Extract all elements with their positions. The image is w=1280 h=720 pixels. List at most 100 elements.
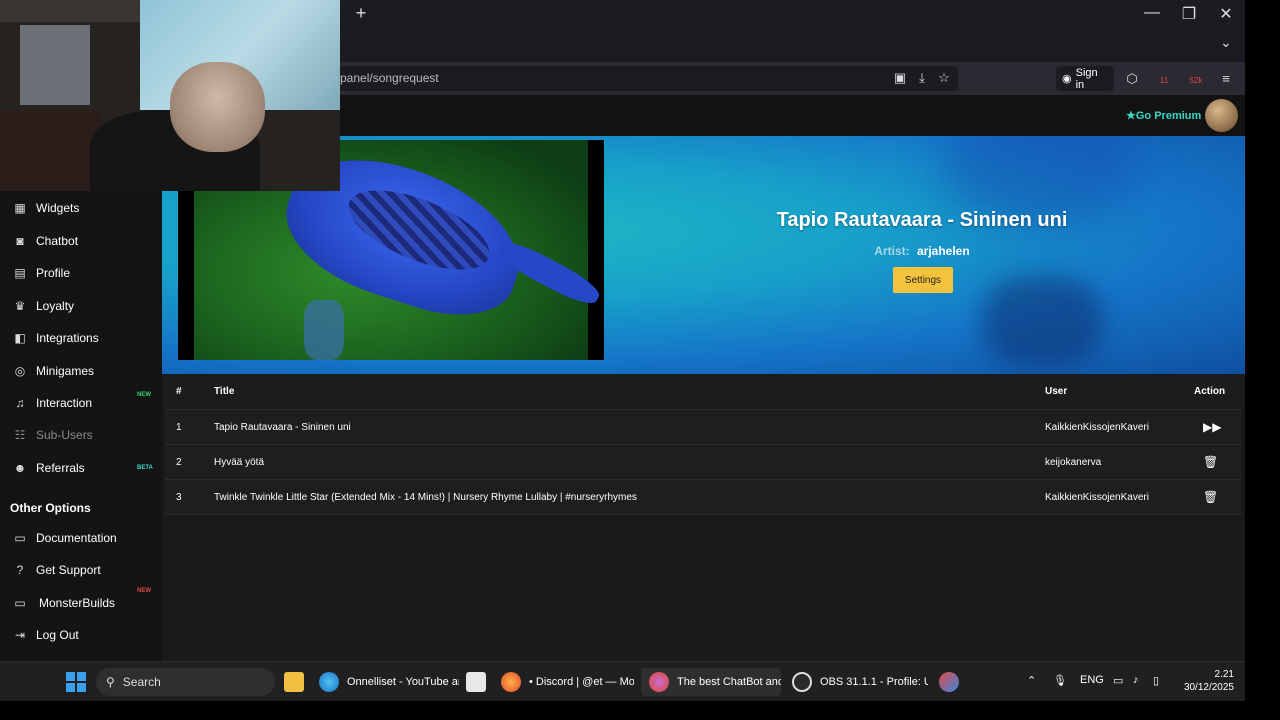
other-options-heading: Other Options (10, 501, 91, 515)
url-bar[interactable]: panel/songrequest ▣ ⤓ ☆ (330, 66, 958, 91)
sidebar-item-label: Integrations (36, 331, 99, 345)
beta-badge: BETA (137, 465, 153, 471)
url-text[interactable]: panel/songrequest (340, 71, 439, 85)
go-premium-link[interactable]: ★Go Premium (1126, 109, 1201, 122)
extension-badge-icon-2[interactable]: 52k (1187, 70, 1205, 88)
row-user: keijokanerva (1045, 457, 1102, 468)
song-title: Tapio Rautavaara - Sininen uni (776, 209, 1068, 231)
artist-line: Artist: arjahelen (722, 244, 1122, 258)
bookmark-star-icon[interactable]: ☆ (936, 70, 952, 86)
webcam-clothing (20, 25, 90, 105)
header-title: Title (214, 386, 235, 397)
search-icon: ⚲ (106, 675, 115, 689)
taskbar-app-label: The best ChatBot and W (677, 676, 781, 688)
volume-icon[interactable]: ♪ (1133, 674, 1139, 686)
webcam-shadow (0, 110, 100, 191)
header-num: # (176, 386, 182, 397)
new-badge: NEW (137, 588, 151, 594)
taskbar-search[interactable]: ⚲ Search (96, 668, 275, 696)
list-all-tabs-icon[interactable]: ⌄ (1220, 34, 1232, 51)
laptop-icon: ▭ (14, 596, 26, 610)
show-hidden-icons-icon[interactable]: ⌃ (1027, 674, 1036, 687)
sidebar-item-label: Minigames (36, 364, 95, 378)
clock-date: 30/12/2025 (1183, 682, 1234, 693)
extension-badge-icon[interactable]: 11 (1155, 70, 1173, 88)
music-note-icon: ♫ (15, 396, 25, 410)
taskbar-clock[interactable]: 2.21 30/12/2025 (1174, 668, 1234, 694)
firefox-icon (501, 672, 521, 692)
trash-icon[interactable]: 🗑 (1203, 490, 1218, 504)
sidebar-item-interaction[interactable]: ♫ Interaction NEW (0, 388, 162, 418)
display-icon[interactable]: ▭ (1113, 674, 1123, 687)
sidebar-item-documentation[interactable]: ▭ Documentation (0, 523, 162, 553)
row-user: KaikkienKissojenKaveri (1045, 492, 1149, 503)
edge-icon (319, 672, 339, 692)
language-indicator[interactable]: ENG (1080, 674, 1104, 686)
app-icon[interactable] (939, 672, 959, 692)
trash-icon[interactable]: 🗑 (1203, 455, 1218, 469)
sidebar-item-label: Profile (36, 266, 71, 280)
sidebar-item-sub-users[interactable]: ☷ Sub-Users (0, 420, 162, 450)
sign-in-button[interactable]: ◉ Sign in (1056, 66, 1114, 91)
sidebar-item-label: Loyalty (36, 299, 75, 313)
sidebar-item-widgets[interactable]: ▦ Widgets (0, 193, 162, 223)
gamepad-icon: ◎ (14, 364, 26, 378)
file-explorer-icon[interactable] (284, 672, 304, 692)
sidebar-item-integrations[interactable]: ◧ Integrations (0, 323, 162, 353)
battery-icon[interactable]: ▯ (1153, 674, 1159, 687)
sidebar: ▦ Widgets ◙ Chatbot ▤ Profile ♛ Loyalty … (0, 136, 162, 661)
skip-forward-icon[interactable]: ▶▶ (1203, 420, 1221, 434)
go-premium-label: Go Premium (1135, 110, 1202, 122)
extensions-icon[interactable]: ⬡ (1123, 70, 1141, 88)
taskbar-app-label: Onnelliset - YouTube an (347, 676, 459, 688)
grid-icon: ▦ (14, 201, 26, 215)
integration-icon: ◧ (14, 331, 26, 345)
row-title: Tapio Rautavaara - Sininen uni (214, 422, 351, 433)
webcam-overlay (0, 0, 340, 191)
row-title: Twinkle Twinkle Little Star (Extended Mi… (214, 492, 637, 503)
maximize-icon[interactable]: ❐ (1177, 4, 1201, 24)
sidebar-item-profile[interactable]: ▤ Profile (0, 258, 162, 288)
artist-name: arjahelen (916, 244, 970, 258)
sign-in-label: Sign in (1075, 66, 1098, 91)
sidebar-item-log-out[interactable]: ⇥ Log Out (0, 620, 162, 650)
close-icon[interactable]: ✕ (1214, 4, 1238, 24)
id-card-icon: ▤ (14, 266, 26, 280)
sidebar-item-label: Get Support (36, 563, 101, 577)
sidebar-item-get-support[interactable]: ? Get Support (0, 555, 162, 585)
users-icon: ☷ (14, 428, 26, 442)
minimize-icon[interactable]: — (1140, 4, 1164, 22)
download-icon[interactable]: ⤓ (914, 70, 930, 86)
sidebar-item-monsterbuilds[interactable]: ▭ MonsterBuilds NEW (0, 588, 162, 618)
taskbar-app-chatbot[interactable]: The best ChatBot and W (641, 668, 781, 696)
sidebar-item-minigames[interactable]: ◎ Minigames (0, 356, 162, 386)
sidebar-item-referrals[interactable]: ☻ Referrals BETA (0, 453, 162, 483)
table-divider (165, 514, 1242, 515)
microphone-icon[interactable]: 🎙 (1053, 674, 1067, 687)
taskbar-app-obs[interactable]: OBS 31.1.1 - Profile: Unti (792, 668, 928, 696)
book-icon: ▭ (14, 531, 26, 545)
store-icon[interactable] (466, 672, 486, 692)
menu-icon[interactable]: ≡ (1217, 70, 1235, 88)
taskbar-search-label: Search (122, 675, 161, 689)
taskbar-app-edge[interactable]: Onnelliset - YouTube an (319, 668, 459, 696)
star-icon: ★ (1126, 110, 1136, 122)
sidebar-item-loyalty[interactable]: ♛ Loyalty (0, 291, 162, 321)
windows-start-icon[interactable] (66, 672, 86, 692)
taskbar-app-discord[interactable]: • Discord | @et — Mozil (501, 668, 634, 696)
taskbar-app-label: • Discord | @et — Mozil (529, 676, 634, 688)
sidebar-item-label: MonsterBuilds (39, 596, 116, 610)
settings-button[interactable]: Settings (893, 267, 953, 293)
new-tab-button[interactable]: + (352, 4, 370, 22)
header-action: Action (1194, 386, 1226, 397)
picture-in-picture-icon[interactable]: ▣ (892, 70, 908, 86)
obs-icon (792, 672, 812, 692)
table-row: 2 Hyvää yötä keijokanerva 🗑 (165, 444, 1242, 479)
sidebar-item-chatbot[interactable]: ◙ Chatbot (0, 226, 162, 256)
sidebar-item-label: Interaction (36, 396, 93, 410)
avatar[interactable] (1205, 99, 1238, 132)
branch-image (304, 300, 344, 360)
user-group-icon: ☻ (13, 461, 27, 475)
header-user: User (1045, 386, 1068, 397)
new-badge: NEW (137, 392, 151, 398)
